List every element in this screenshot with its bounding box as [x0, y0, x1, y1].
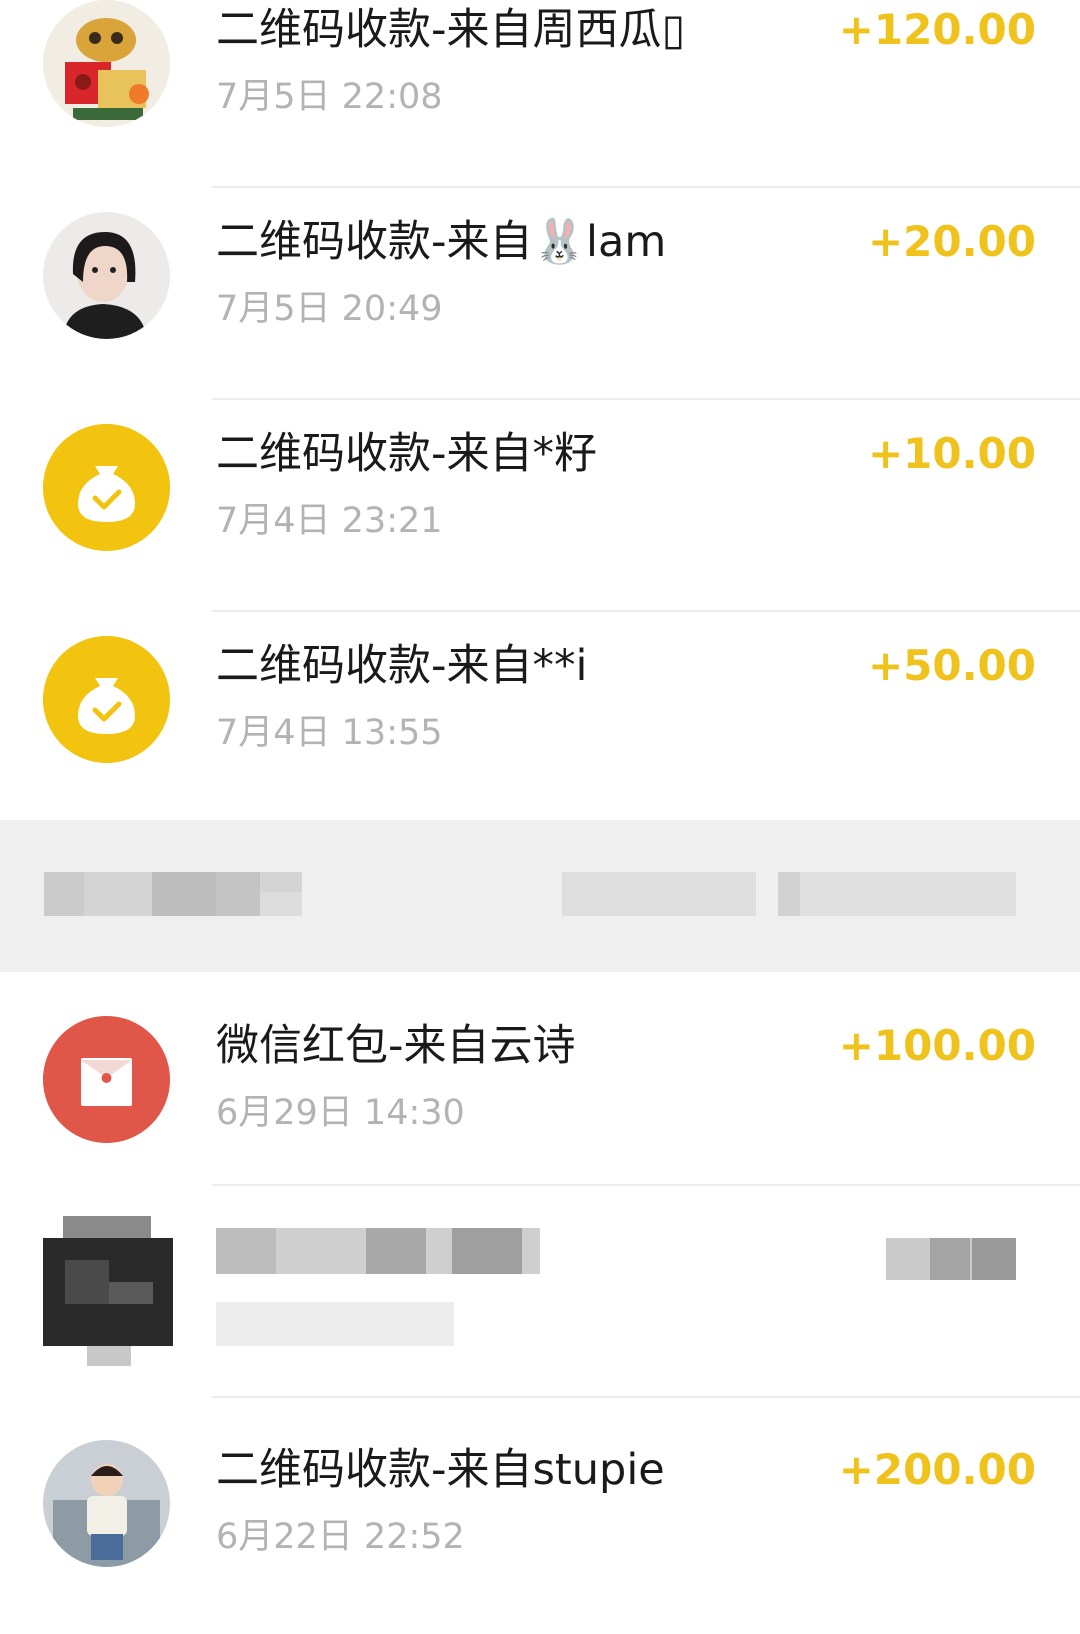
transaction-title: 二维码收款-来自stupie: [216, 1445, 665, 1495]
transaction-amount: +100.00: [838, 1021, 1036, 1070]
transaction-time: 7月5日 22:08: [216, 77, 443, 117]
transaction-title: 二维码收款-来自周西瓜▯: [216, 5, 686, 55]
censored-month-label: [44, 872, 302, 916]
money-bag-icon: [43, 636, 170, 763]
transaction-title: 二维码收款-来自🐰lam: [216, 217, 667, 267]
transaction-amount: +50.00: [867, 641, 1036, 690]
transaction-time: 7月4日 23:21: [216, 501, 443, 541]
divider: [212, 1184, 1080, 1186]
transaction-title: 二维码收款-来自**i: [216, 641, 588, 691]
transaction-row[interactable]: 二维码收款-来自**i 7月4日 13:55 +50.00: [0, 618, 1080, 830]
transaction-time: 6月29日 14:30: [216, 1093, 465, 1133]
censored-title: [216, 1228, 540, 1274]
transaction-row-censored[interactable]: [0, 1190, 1080, 1402]
transaction-amount: +200.00: [838, 1445, 1036, 1494]
transaction-row[interactable]: 二维码收款-来自🐰lam 7月5日 20:49 +20.00: [0, 194, 1080, 406]
user-avatar: [43, 0, 170, 127]
censored-income-total: [778, 872, 1016, 916]
transaction-row[interactable]: 微信红包-来自云诗 6月29日 14:30 +100.00: [0, 998, 1080, 1210]
divider: [212, 1396, 1080, 1398]
divider: [212, 398, 1080, 400]
transaction-amount: +120.00: [838, 5, 1036, 54]
money-bag-icon: [43, 424, 170, 551]
transaction-title: 微信红包-来自云诗: [216, 1021, 576, 1071]
transaction-amount: +10.00: [867, 429, 1036, 478]
transaction-amount: +20.00: [867, 217, 1036, 266]
censored-avatar: [43, 1216, 173, 1366]
user-avatar: [43, 212, 170, 339]
transaction-time: 6月22日 22:52: [216, 1517, 465, 1557]
censored-time: [216, 1302, 454, 1346]
censored-expense-total: [562, 872, 756, 916]
user-avatar: [43, 1440, 170, 1567]
transaction-time: 7月5日 20:49: [216, 289, 443, 329]
censored-amount: [886, 1238, 1016, 1280]
transaction-row[interactable]: 二维码收款-来自周西瓜▯ 7月5日 22:08 +120.00: [0, 0, 1080, 194]
red-packet-icon: [43, 1016, 170, 1143]
transaction-time: 7月4日 13:55: [216, 713, 443, 753]
divider: [212, 186, 1080, 188]
transaction-row[interactable]: 二维码收款-来自stupie 6月22日 22:52 +200.00: [0, 1422, 1080, 1634]
transaction-row[interactable]: 二维码收款-来自*籽 7月4日 23:21 +10.00: [0, 406, 1080, 618]
divider: [212, 610, 1080, 612]
month-summary-band[interactable]: [0, 820, 1080, 972]
transaction-title: 二维码收款-来自*籽: [216, 429, 598, 479]
